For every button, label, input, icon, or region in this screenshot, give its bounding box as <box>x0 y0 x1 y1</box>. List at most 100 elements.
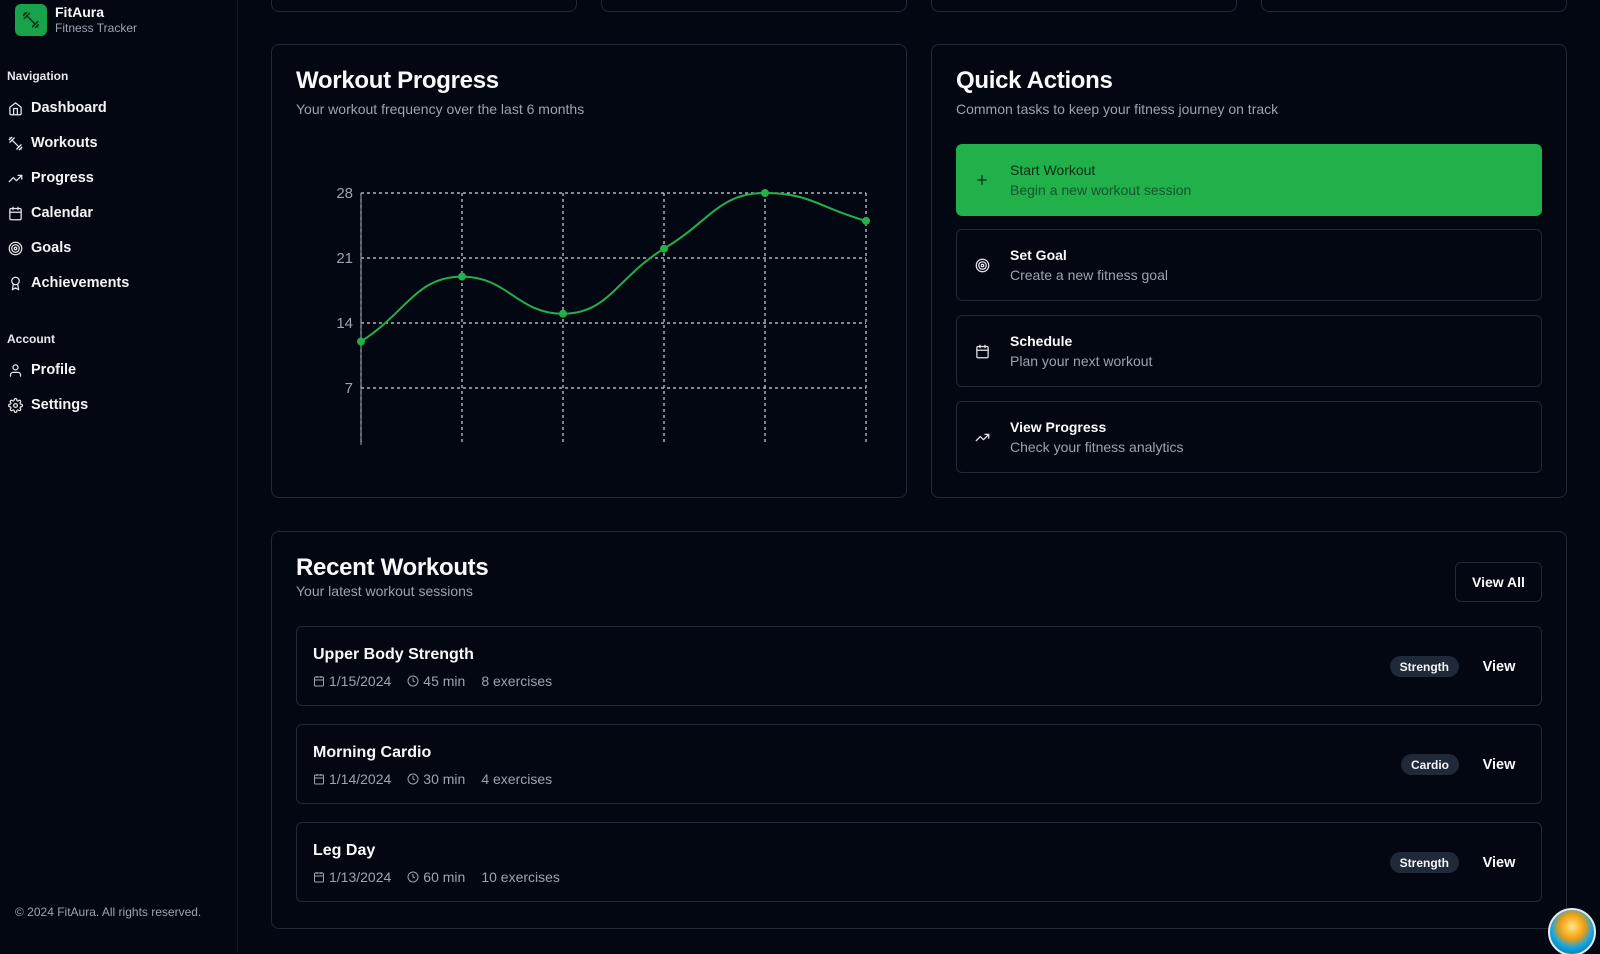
card-title: Quick Actions <box>956 67 1113 94</box>
workout-name: Morning Cardio <box>313 744 432 761</box>
qa-desc: Create a new fitness goal <box>1010 267 1168 283</box>
stat-card <box>931 0 1237 12</box>
sidebar-item-progress[interactable]: Progress <box>0 161 230 195</box>
user-icon <box>7 362 23 378</box>
view-progress-button[interactable]: View Progress Check your fitness analyti… <box>956 401 1542 473</box>
sidebar: FitAura Fitness Tracker Navigation Dashb… <box>0 0 238 954</box>
card-subtitle: Your workout frequency over the last 6 m… <box>296 101 585 117</box>
sidebar-item-label: Settings <box>31 397 89 413</box>
trending-up-icon <box>974 429 990 445</box>
qa-desc: Plan your next workout <box>1010 353 1153 369</box>
data-point <box>559 309 567 318</box>
workout-exercises: 4 exercises <box>481 771 553 787</box>
start-workout-button[interactable]: Start Workout Begin a new workout sessio… <box>956 144 1542 216</box>
workout-name: Upper Body Strength <box>313 646 474 663</box>
calendar-icon <box>974 343 990 359</box>
sidebar-item-label: Goals <box>31 240 72 256</box>
workout-row[interactable]: Leg Day 1/13/2024 60 min 10 exercises St… <box>296 822 1542 902</box>
clock-icon <box>407 773 419 785</box>
recent-workouts-card: Recent Workouts Your latest workout sess… <box>271 531 1567 929</box>
sidebar-item-profile[interactable]: Profile <box>0 353 230 387</box>
gear-icon <box>7 397 23 413</box>
workout-type-badge: Strength <box>1389 656 1459 677</box>
workout-progress-card: Workout Progress Your workout frequency … <box>271 44 907 498</box>
qa-title: Start Workout <box>1010 162 1096 178</box>
trending-up-icon <box>7 170 23 186</box>
schedule-button[interactable]: Schedule Plan your next workout <box>956 315 1542 387</box>
sidebar-item-label: Progress <box>31 170 94 186</box>
calendar-icon <box>314 872 324 883</box>
sidebar-item-label: Calendar <box>31 205 94 221</box>
workout-exercises: 8 exercises <box>481 673 553 689</box>
target-icon <box>974 257 990 273</box>
y-tick-label: 28 <box>336 185 353 202</box>
account-section-title: Account <box>7 332 55 346</box>
data-point <box>761 189 769 197</box>
award-icon <box>7 275 23 291</box>
y-tick-label: 21 <box>336 250 353 267</box>
sidebar-item-workouts[interactable]: Workouts <box>0 126 230 160</box>
stat-card <box>271 0 577 12</box>
view-all-button[interactable]: View All <box>1455 562 1542 602</box>
card-title: Workout Progress <box>296 67 499 94</box>
card-subtitle: Your latest workout sessions <box>296 583 473 599</box>
brand[interactable]: FitAura Fitness Tracker <box>15 4 137 36</box>
sidebar-item-goals[interactable]: Goals <box>0 231 230 265</box>
workout-date: 1/15/2024 <box>329 673 392 689</box>
target-icon <box>7 240 23 256</box>
qa-desc: Begin a new workout session <box>1010 182 1192 198</box>
data-point <box>458 272 466 281</box>
workout-meta: 1/14/2024 30 min 4 exercises <box>313 771 568 787</box>
workout-duration: 45 min <box>423 673 466 689</box>
avatar[interactable] <box>1548 908 1596 954</box>
card-title: Recent Workouts <box>296 554 489 581</box>
nav-section-title: Navigation <box>7 69 69 83</box>
clock-icon <box>407 871 419 883</box>
workout-row[interactable]: Upper Body Strength 1/15/2024 45 min 8 e… <box>296 626 1542 706</box>
calendar-icon <box>7 205 23 221</box>
copyright: © 2024 FitAura. All rights reserved. <box>15 905 202 919</box>
qa-title: Set Goal <box>1010 247 1067 263</box>
series-line <box>360 191 867 343</box>
workout-meta: 1/15/2024 45 min 8 exercises <box>313 673 568 689</box>
sidebar-item-achievements[interactable]: Achievements <box>0 266 230 300</box>
sidebar-item-settings[interactable]: Settings <box>0 388 230 422</box>
data-point <box>862 216 870 225</box>
data-point <box>660 244 668 253</box>
workout-meta: 1/13/2024 60 min 10 exercises <box>313 869 576 885</box>
sidebar-item-calendar[interactable]: Calendar <box>0 196 230 230</box>
workout-row[interactable]: Morning Cardio 1/14/2024 30 min 4 exerci… <box>296 724 1542 804</box>
dumbbell-icon <box>15 4 47 36</box>
calendar-icon <box>314 676 324 687</box>
y-tick-label: 7 <box>345 380 353 397</box>
quick-actions-card: Quick Actions Common tasks to keep your … <box>931 44 1567 498</box>
plus-icon <box>974 172 990 188</box>
workout-type-badge: Cardio <box>1400 754 1459 775</box>
workout-date: 1/13/2024 <box>329 869 392 885</box>
stat-card <box>601 0 907 12</box>
y-tick-label: 14 <box>336 315 353 332</box>
sidebar-item-label: Profile <box>31 362 77 378</box>
workout-duration: 60 min <box>423 869 466 885</box>
calendar-icon <box>314 774 324 785</box>
set-goal-button[interactable]: Set Goal Create a new fitness goal <box>956 229 1542 301</box>
qa-title: View Progress <box>1010 419 1107 435</box>
sidebar-item-label: Workouts <box>31 135 98 151</box>
app-tagline: Fitness Tracker <box>55 21 138 35</box>
sidebar-item-label: Dashboard <box>31 100 107 116</box>
app-name: FitAura <box>55 4 104 20</box>
data-point <box>357 337 365 346</box>
sidebar-item-dashboard[interactable]: Dashboard <box>0 91 230 125</box>
stat-card <box>1261 0 1567 12</box>
workout-duration: 30 min <box>423 771 466 787</box>
workout-name: Leg Day <box>313 842 376 859</box>
view-button[interactable]: View <box>1469 649 1529 685</box>
workout-type-badge: Strength <box>1389 852 1459 873</box>
workout-date: 1/14/2024 <box>329 771 392 787</box>
clock-icon <box>407 675 419 687</box>
view-button[interactable]: View <box>1469 747 1529 783</box>
dumbbell-icon <box>7 135 23 151</box>
qa-title: Schedule <box>1010 333 1073 349</box>
card-subtitle: Common tasks to keep your fitness journe… <box>956 101 1279 117</box>
view-button[interactable]: View <box>1469 845 1529 881</box>
